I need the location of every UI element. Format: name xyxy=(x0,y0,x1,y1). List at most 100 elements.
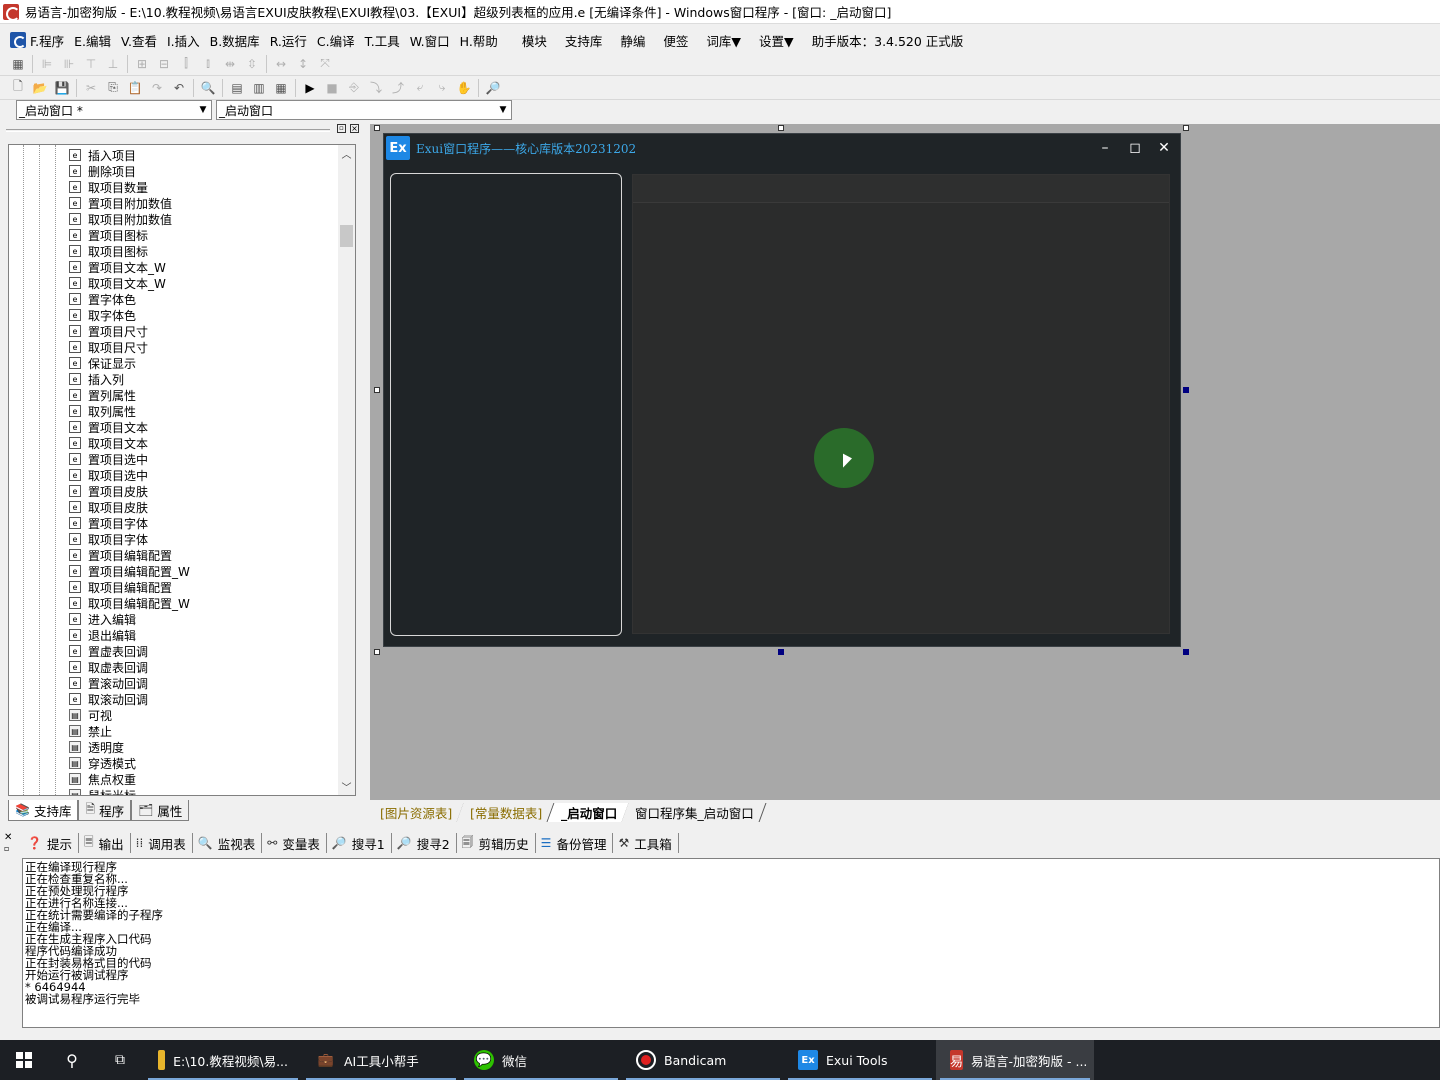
scroll-down-icon[interactable]: ﹀ xyxy=(338,778,355,795)
dock-icon[interactable]: ▫ xyxy=(337,124,346,133)
menu-insert[interactable]: I.插入 xyxy=(167,31,200,50)
same-width-icon[interactable]: ⫿ xyxy=(176,55,196,73)
tree-item[interactable]: e 取项目选中 xyxy=(9,467,190,483)
tree-item[interactable]: e 置项目图标 xyxy=(9,227,190,243)
tree-item[interactable]: ▤ 禁止 xyxy=(9,723,190,739)
dock-icon[interactable]: ▫ xyxy=(4,844,9,853)
center-h-icon[interactable]: ⊞ xyxy=(132,55,152,73)
tree-item[interactable]: e 取项目编辑配置 xyxy=(9,579,190,595)
tree-item[interactable]: e 取项目数量 xyxy=(9,179,190,195)
tab-search2[interactable]: 🔎 搜寻2 xyxy=(392,833,457,853)
tab-clip-history[interactable]: 🗐 剪辑历史 xyxy=(457,833,536,853)
tree-item[interactable]: e 退出编辑 xyxy=(9,627,190,643)
align-top-icon[interactable]: ⊤ xyxy=(81,55,101,73)
tree-item[interactable]: e 取项目字体 xyxy=(9,531,190,547)
space-v-icon[interactable]: ⇳ xyxy=(242,55,262,73)
tree-item[interactable]: e 取虚表回调 xyxy=(9,659,190,675)
tab-support-lib[interactable]: 📚 支持库 xyxy=(8,800,79,821)
chevron-down-icon[interactable]: ▼ xyxy=(496,102,510,118)
menu-app-icon[interactable] xyxy=(10,32,26,48)
taskbar-app-bandicam[interactable]: Bandicam xyxy=(622,1040,784,1080)
tree-item[interactable]: e 取项目文本 xyxy=(9,435,190,451)
step-into-icon[interactable]: ⤵ xyxy=(366,79,386,97)
tree-item[interactable]: e 置虚表回调 xyxy=(9,643,190,659)
stretch-both-icon[interactable]: ⤧ xyxy=(315,55,335,73)
tab-constants[interactable]: [常量数据表] xyxy=(456,802,555,822)
event-select[interactable]: _启动窗口 ▼ xyxy=(216,100,512,120)
tree-item[interactable]: ▤ 穿透模式 xyxy=(9,755,190,771)
minimize-icon[interactable]: – xyxy=(1095,138,1115,158)
align-right-icon[interactable]: ⊪ xyxy=(59,55,79,73)
step-icon[interactable]: ⎆ xyxy=(344,79,364,97)
tree-item[interactable]: e 置项目编辑配置 xyxy=(9,547,190,563)
run-icon[interactable]: ▶ xyxy=(300,79,320,97)
menu-edit[interactable]: E.编辑 xyxy=(74,31,111,50)
menu-thesaurus[interactable]: 词库▼ xyxy=(706,31,741,50)
tree-item[interactable]: e 取项目皮肤 xyxy=(9,499,190,515)
new-file-icon[interactable]: 🗋 xyxy=(8,79,28,97)
menu-run[interactable]: R.运行 xyxy=(270,31,307,50)
support-library-tree[interactable]: e 插入项目 e 删除项目 e 取项目数量 e 置项目附加数值 e 取项目附加数值 e 置项目图标 e 取… xyxy=(8,144,356,796)
resize-handle[interactable] xyxy=(374,387,380,393)
tree-item[interactable]: e 置项目文本_W xyxy=(9,259,190,275)
tab-output[interactable]: 🗏 输出 xyxy=(79,833,131,853)
resize-handle[interactable] xyxy=(374,649,380,655)
tab-startup-window[interactable]: _启动窗口 xyxy=(547,802,630,822)
tree-item[interactable]: ▤ 鼠标光标 xyxy=(9,787,190,795)
output-console[interactable]: 正在编译现行程序 正在检查重复名称... 正在预处理现行程序 正在进行名称连接... 正… xyxy=(22,858,1440,1028)
center-v-icon[interactable]: ⊟ xyxy=(154,55,174,73)
layout2-icon[interactable]: ▥ xyxy=(249,79,269,97)
tree-item[interactable]: e 插入列 xyxy=(9,371,190,387)
exui-window-preview[interactable]: Ex Exui窗口程序——核心库版本20231202 – ◻ ✕ xyxy=(383,133,1181,647)
cut-icon[interactable]: ✂ xyxy=(81,79,101,97)
search-icon[interactable]: ⚲ xyxy=(48,1040,96,1080)
maximize-icon[interactable]: ◻ xyxy=(1125,138,1145,158)
tab-hint[interactable]: ❓ 提示 xyxy=(22,833,79,853)
scroll-up-icon[interactable]: ︿ xyxy=(338,145,355,162)
window-select[interactable]: _启动窗口 * ▼ xyxy=(16,100,212,120)
chevron-down-icon[interactable]: ▼ xyxy=(196,102,210,118)
layout1-icon[interactable]: ▤ xyxy=(227,79,247,97)
menu-compile[interactable]: C.编译 xyxy=(317,31,355,50)
menu-program[interactable]: F.程序 xyxy=(30,31,64,50)
taskbar-app-exui-tools[interactable]: Ex Exui Tools xyxy=(784,1040,936,1080)
menu-static-compile[interactable]: 静编 xyxy=(620,31,645,50)
exui-super-listview[interactable] xyxy=(632,174,1170,634)
tab-image-resources[interactable]: [图片资源表] xyxy=(366,802,465,822)
menu-help[interactable]: H.帮助 xyxy=(460,31,498,50)
scroll-thumb[interactable] xyxy=(340,225,353,247)
open-file-icon[interactable]: 📂 xyxy=(30,79,50,97)
tree-item[interactable]: e 置项目附加数值 xyxy=(9,195,190,211)
stretch-h-icon[interactable]: ↔ xyxy=(271,55,291,73)
close-icon[interactable]: ✕ xyxy=(4,832,12,843)
tree-item[interactable]: e 取列属性 xyxy=(9,403,190,419)
resize-handle[interactable] xyxy=(1183,125,1189,131)
tab-window-assembly[interactable]: 窗口程序集_启动窗口 xyxy=(621,802,767,822)
tab-search1[interactable]: 🔎 搜寻1 xyxy=(327,833,392,853)
menu-settings[interactable]: 设置▼ xyxy=(759,31,794,50)
find-icon[interactable]: 🔍 xyxy=(198,79,218,97)
tree-item[interactable]: e 删除项目 xyxy=(9,163,190,179)
tree-item[interactable]: e 置项目字体 xyxy=(9,515,190,531)
run-to-cursor-icon[interactable]: ⤷ xyxy=(432,79,452,97)
tab-backup[interactable]: ☰ 备份管理 xyxy=(536,833,614,853)
stretch-v-icon[interactable]: ↕ xyxy=(293,55,313,73)
tree-item[interactable]: e 进入编辑 xyxy=(9,611,190,627)
calculator-icon[interactable]: ▦ xyxy=(8,55,28,73)
listview-header[interactable] xyxy=(633,175,1169,203)
tree-item[interactable]: e 置列属性 xyxy=(9,387,190,403)
copy-icon[interactable]: ⎘ xyxy=(103,79,123,97)
tree-item[interactable]: e 取项目图标 xyxy=(9,243,190,259)
align-bottom-icon[interactable]: ⊥ xyxy=(103,55,123,73)
tree-item[interactable]: e 置字体色 xyxy=(9,291,190,307)
resize-handle[interactable] xyxy=(778,125,784,131)
close-icon[interactable]: ✕ xyxy=(1154,138,1174,158)
tab-variables[interactable]: ⚯ 变量表 xyxy=(262,833,327,853)
tree-item[interactable]: e 取项目文本_W xyxy=(9,275,190,291)
tree-item[interactable]: ▤ 透明度 xyxy=(9,739,190,755)
menu-view[interactable]: V.查看 xyxy=(121,31,157,50)
step-over-icon[interactable]: ⤴ xyxy=(388,79,408,97)
start-button[interactable] xyxy=(0,1040,48,1080)
tree-item[interactable]: e 插入项目 xyxy=(9,147,190,163)
tab-program[interactable]: 🗎 程序 xyxy=(78,800,132,821)
